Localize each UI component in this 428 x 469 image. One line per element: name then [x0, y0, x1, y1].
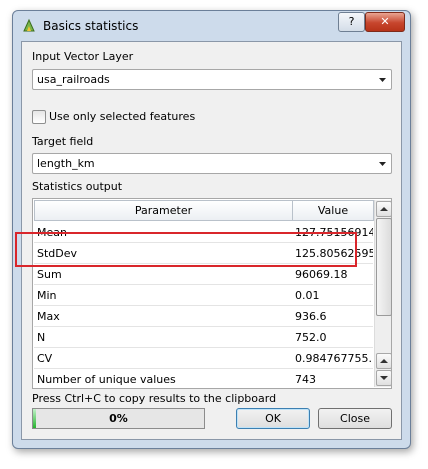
column-header-value[interactable]: Value [292, 200, 374, 221]
selected-features-checkbox[interactable] [32, 110, 46, 124]
input-layer-label: Input Vector Layer [32, 50, 134, 63]
chevron-down-icon[interactable] [375, 71, 390, 88]
dialog-window: Basics statistics ? ✕ Input Vector Layer… [12, 10, 411, 449]
table-row[interactable]: Min 0.01 [34, 284, 373, 306]
statistics-table[interactable]: Parameter Value Mean 127.751569149 StdDe… [32, 198, 392, 389]
help-button[interactable]: ? [338, 12, 365, 32]
statistics-output-label: Statistics output [32, 180, 123, 193]
window-title: Basics statistics [43, 19, 139, 33]
row-value: 752.0 [295, 331, 327, 344]
scroll-down-button[interactable] [376, 370, 392, 386]
input-layer-combobox[interactable]: usa_railroads [32, 69, 392, 90]
table-row[interactable]: N 752.0 [34, 326, 373, 348]
row-value: 0.01 [295, 289, 320, 302]
scroll-up-button[interactable] [376, 353, 392, 369]
row-value: 0.984767755... [295, 352, 373, 365]
table-scrollbar[interactable] [374, 200, 392, 387]
table-row[interactable]: Max 936.6 [34, 305, 373, 327]
chevron-down-icon[interactable] [375, 155, 390, 172]
column-header-parameter[interactable]: Parameter [34, 200, 293, 221]
qgis-app-icon [21, 18, 37, 34]
sum-row-highlight [15, 232, 357, 267]
row-parameter: CV [37, 352, 53, 365]
target-field-combobox[interactable]: length_km [32, 153, 392, 174]
ok-button[interactable]: OK [236, 408, 310, 429]
scroll-thumb[interactable] [376, 218, 392, 316]
row-parameter: Sum [37, 268, 62, 281]
row-parameter: N [37, 331, 46, 344]
row-value: 743 [295, 373, 316, 386]
input-layer-value: usa_railroads [37, 73, 110, 86]
row-value: 936.6 [295, 310, 327, 323]
target-field-value: length_km [37, 157, 95, 170]
scroll-up-button[interactable] [376, 201, 392, 217]
title-bar[interactable]: Basics statistics ? ✕ [13, 11, 410, 41]
progress-bar: 0% [32, 408, 205, 429]
progress-text: 0% [109, 412, 128, 425]
row-parameter: Number of unique values [37, 373, 176, 386]
row-parameter: Min [37, 289, 57, 302]
row-parameter: Max [37, 310, 60, 323]
close-button[interactable]: Close [318, 408, 392, 429]
window-close-button[interactable]: ✕ [365, 12, 405, 32]
clipboard-hint: Press Ctrl+C to copy results to the clip… [32, 392, 277, 405]
table-row[interactable]: CV 0.984767755... [34, 347, 373, 369]
selected-features-label: Use only selected features [49, 110, 196, 123]
target-field-label: Target field [32, 135, 94, 148]
row-value: 96069.18 [295, 268, 348, 281]
table-row[interactable]: Number of unique values 743 [34, 368, 373, 389]
